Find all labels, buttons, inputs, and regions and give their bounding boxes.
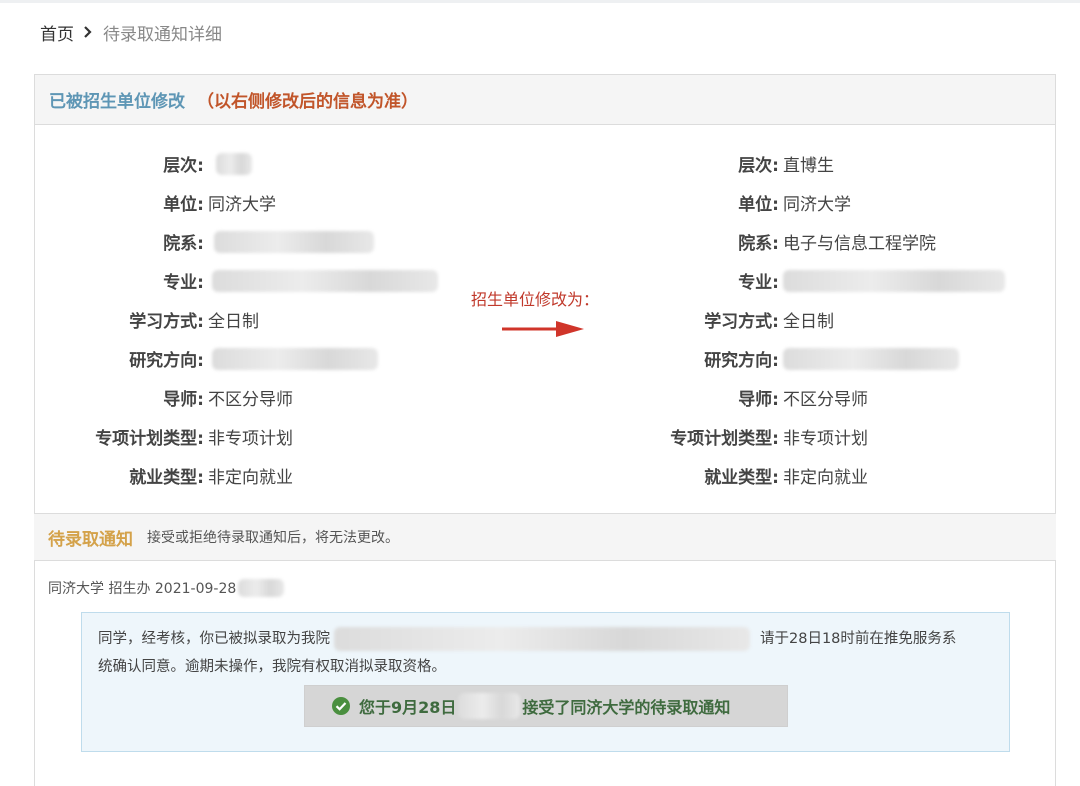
notice-message: 同学，经考核，你已被拟录取为我院 请于28日18时前在推免服务系 统确认同意。逾… bbox=[98, 625, 993, 681]
check-circle-icon bbox=[332, 697, 350, 715]
chevron-right-icon bbox=[83, 25, 92, 39]
modified-label: 已被招生单位修改 bbox=[49, 92, 185, 112]
field-label: 专业: bbox=[163, 273, 204, 293]
modified-row-level: 层次: 直博生 bbox=[609, 144, 1005, 183]
field-value: 同济大学 bbox=[783, 195, 851, 215]
field-value: 同济大学 bbox=[208, 195, 276, 215]
redacted-value bbox=[783, 269, 1005, 292]
redacted-value bbox=[334, 627, 750, 651]
field-label: 单位: bbox=[163, 195, 204, 215]
field-label: 研究方向: bbox=[704, 351, 779, 371]
field-label: 专项计划类型: bbox=[95, 429, 204, 449]
field-value: 直博生 bbox=[783, 156, 834, 176]
field-label: 学习方式: bbox=[704, 312, 779, 332]
notice-message-box: 同学，经考核，你已被拟录取为我院 请于28日18时前在推免服务系 统确认同意。逾… bbox=[81, 612, 1010, 752]
accepted-status-bar: 您于9月28日 接受了同济大学的待录取通知 bbox=[304, 685, 788, 727]
top-border bbox=[0, 0, 1080, 3]
field-value: 非专项计划 bbox=[208, 429, 293, 449]
field-value: 电子与信息工程学院 bbox=[783, 234, 936, 254]
modified-row-special-plan: 专项计划类型: 非专项计划 bbox=[609, 417, 1005, 456]
original-row-advisor: 导师: 不区分导师 bbox=[34, 378, 438, 417]
field-value: 非定向就业 bbox=[783, 468, 868, 488]
message-line-1-start: 同学，经考核，你已被拟录取为我院 bbox=[98, 631, 330, 647]
message-line-2: 统确认同意。逾期未操作，我院有权取消拟录取资格。 bbox=[98, 659, 446, 675]
redacted-value bbox=[216, 152, 252, 175]
breadcrumb: 首页 待录取通知详细 bbox=[40, 20, 222, 45]
field-value: 不区分导师 bbox=[783, 390, 868, 410]
change-note: 招生单位修改为： bbox=[471, 290, 600, 309]
original-row-unit: 单位: 同济大学 bbox=[34, 183, 438, 222]
field-label: 单位: bbox=[738, 195, 779, 215]
modified-row-department: 院系: 电子与信息工程学院 bbox=[609, 222, 1005, 261]
field-label: 专业: bbox=[738, 273, 779, 293]
field-value: 非专项计划 bbox=[783, 429, 868, 449]
notice-header: 待录取通知 接受或拒绝待录取通知后，将无法更改。 bbox=[34, 513, 1056, 561]
field-value: 非定向就业 bbox=[208, 468, 293, 488]
redacted-value bbox=[214, 230, 374, 253]
sender-text: 同济大学 招生办 2021-09-28 bbox=[48, 581, 237, 597]
field-label: 导师: bbox=[163, 390, 204, 410]
field-label: 专项计划类型: bbox=[670, 429, 779, 449]
field-label: 导师: bbox=[738, 390, 779, 410]
redacted-value bbox=[238, 579, 285, 597]
modified-info: 层次: 直博生 单位: 同济大学 院系: 电子与信息工程学院 专业: 学习方式:… bbox=[609, 144, 1005, 495]
breadcrumb-current: 待录取通知详细 bbox=[103, 24, 222, 45]
original-row-major: 专业: bbox=[34, 261, 438, 300]
field-label: 层次: bbox=[163, 156, 204, 176]
status-text-start: 您于9月28日 bbox=[359, 698, 457, 717]
original-row-department: 院系: bbox=[34, 222, 438, 261]
modified-note: （以右侧修改后的信息为准） bbox=[197, 92, 418, 112]
notice-sender: 同济大学 招生办 2021-09-28 bbox=[48, 578, 285, 598]
message-line-1-end: 请于28日18时前在推免服务系 bbox=[760, 631, 957, 647]
breadcrumb-home-link[interactable]: 首页 bbox=[40, 20, 74, 45]
original-info: 层次: 单位: 同济大学 院系: 专业: 学习方式: 全日制 研究方向: 导师:… bbox=[34, 144, 438, 495]
modified-row-study-mode: 学习方式: 全日制 bbox=[609, 300, 1005, 339]
modified-row-research-direction: 研究方向: bbox=[609, 339, 1005, 378]
notice-tip: 接受或拒绝待录取通知后，将无法更改。 bbox=[147, 530, 399, 546]
field-label: 学习方式: bbox=[129, 312, 204, 332]
field-label: 就业类型: bbox=[129, 468, 204, 488]
notice-title: 待录取通知 bbox=[48, 529, 133, 550]
field-label: 层次: bbox=[738, 156, 779, 176]
redacted-value bbox=[783, 347, 959, 370]
modification-header: 已被招生单位修改 （以右侧修改后的信息为准） bbox=[35, 75, 1055, 125]
modified-row-employment-type: 就业类型: 非定向就业 bbox=[609, 456, 1005, 495]
original-row-special-plan: 专项计划类型: 非专项计划 bbox=[34, 417, 438, 456]
modified-row-advisor: 导师: 不区分导师 bbox=[609, 378, 1005, 417]
field-value: 全日制 bbox=[783, 312, 834, 332]
field-value: 全日制 bbox=[208, 312, 259, 332]
field-label: 研究方向: bbox=[129, 351, 204, 371]
redacted-value bbox=[458, 693, 521, 719]
status-text-end: 接受了同济大学的待录取通知 bbox=[522, 698, 731, 717]
original-row-employment-type: 就业类型: 非定向就业 bbox=[34, 456, 438, 495]
original-row-research-direction: 研究方向: bbox=[34, 339, 438, 378]
field-label: 院系: bbox=[738, 234, 779, 254]
field-label: 院系: bbox=[163, 234, 204, 254]
redacted-value bbox=[212, 269, 438, 292]
redacted-value bbox=[212, 347, 378, 370]
field-label: 就业类型: bbox=[704, 468, 779, 488]
original-row-level: 层次: bbox=[34, 144, 438, 183]
modified-row-major: 专业: bbox=[609, 261, 1005, 300]
original-row-study-mode: 学习方式: 全日制 bbox=[34, 300, 438, 339]
message-line-1: 同学，经考核，你已被拟录取为我院 请于28日18时前在推免服务系 bbox=[98, 625, 993, 653]
arrow-right-icon bbox=[502, 318, 586, 344]
modified-row-unit: 单位: 同济大学 bbox=[609, 183, 1005, 222]
field-value: 不区分导师 bbox=[208, 390, 293, 410]
